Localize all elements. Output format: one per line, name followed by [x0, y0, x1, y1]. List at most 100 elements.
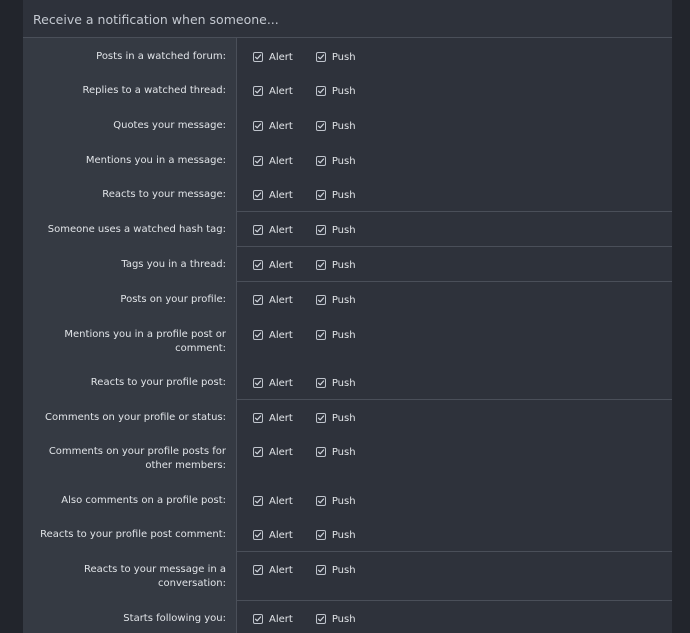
checkbox-checked-icon[interactable]	[253, 52, 263, 62]
row-label: Starts following you:	[123, 613, 226, 624]
checkbox-checked-icon[interactable]	[253, 330, 263, 340]
checkbox-checked-icon[interactable]	[253, 565, 263, 575]
checkbox-checked-icon[interactable]	[315, 614, 326, 624]
notification-row: Mentions you in a message: Alert Push	[23, 154, 672, 168]
alert-checkbox-option[interactable]: Alert	[253, 156, 293, 167]
notification-row: Comments on your profile posts for other…	[23, 445, 672, 473]
push-label: Push	[331, 564, 356, 576]
checkbox-checked-icon[interactable]	[253, 530, 263, 540]
push-label: Push	[331, 120, 356, 132]
alert-checkbox-option[interactable]: Alert	[253, 86, 293, 97]
push-checkbox-option[interactable]: Push	[315, 295, 356, 306]
push-checkbox-option[interactable]: Push	[315, 120, 356, 132]
row-options: Alert Push	[236, 612, 379, 626]
notification-row: Quotes your message: Alert Push	[23, 119, 672, 133]
row-label: Replies to a watched thread:	[82, 85, 226, 96]
push-checkbox-option[interactable]: Push	[315, 378, 356, 389]
alert-checkbox-option[interactable]: Alert	[253, 121, 293, 132]
push-label: Push	[331, 529, 356, 541]
checkbox-checked-icon[interactable]	[253, 496, 263, 506]
push-label: Push	[331, 51, 356, 63]
alert-label: Alert	[269, 259, 293, 271]
checkbox-checked-icon[interactable]	[253, 260, 263, 270]
row-label: Reacts to your profile post comment:	[40, 529, 226, 540]
checkbox-checked-icon[interactable]	[315, 52, 326, 62]
push-label: Push	[331, 224, 356, 236]
checkbox-checked-icon[interactable]	[315, 413, 326, 423]
alert-checkbox-option[interactable]: Alert	[253, 225, 293, 236]
checkbox-checked-icon[interactable]	[315, 565, 326, 575]
checkbox-checked-icon[interactable]	[253, 121, 263, 131]
checkbox-checked-icon[interactable]	[253, 447, 263, 457]
checkbox-checked-icon[interactable]	[253, 225, 263, 235]
alert-checkbox-option[interactable]: Alert	[253, 614, 293, 625]
alert-label: Alert	[269, 412, 293, 424]
alert-label: Alert	[269, 85, 293, 97]
alert-checkbox-option[interactable]: Alert	[253, 565, 293, 576]
checkbox-checked-icon[interactable]	[253, 156, 263, 166]
push-checkbox-option[interactable]: Push	[315, 85, 356, 97]
alert-label: Alert	[269, 329, 293, 341]
push-label: Push	[331, 329, 356, 341]
checkbox-checked-icon[interactable]	[315, 378, 326, 388]
row-label: Posts in a watched forum:	[96, 51, 226, 62]
alert-checkbox-option[interactable]: Alert	[253, 530, 293, 541]
checkbox-checked-icon[interactable]	[253, 413, 263, 423]
checkbox-checked-icon[interactable]	[315, 260, 326, 270]
row-label: Someone uses a watched hash tag:	[47, 224, 226, 235]
push-checkbox-option[interactable]: Push	[315, 51, 356, 63]
checkbox-checked-icon[interactable]	[315, 496, 326, 506]
push-label: Push	[331, 613, 356, 625]
alert-checkbox-option[interactable]: Alert	[253, 413, 293, 424]
push-checkbox-option[interactable]: Push	[315, 224, 356, 236]
push-checkbox-option[interactable]: Push	[315, 413, 356, 424]
section-title: Receive a notification when someone...	[23, 0, 672, 38]
notification-row: Someone uses a watched hash tag: Alert Pus…	[23, 223, 672, 237]
push-checkbox-option[interactable]: Push	[315, 529, 356, 541]
checkbox-checked-icon[interactable]	[315, 121, 326, 131]
row-separator	[236, 399, 672, 400]
alert-checkbox-option[interactable]: Alert	[253, 295, 293, 306]
push-checkbox-option[interactable]: Push	[315, 329, 356, 341]
checkbox-checked-icon[interactable]	[253, 378, 263, 388]
checkbox-checked-icon[interactable]	[315, 225, 326, 235]
checkbox-checked-icon[interactable]	[253, 295, 263, 305]
alert-checkbox-option[interactable]: Alert	[253, 378, 293, 389]
alert-checkbox-option[interactable]: Alert	[253, 260, 293, 271]
checkbox-checked-icon[interactable]	[315, 530, 326, 540]
row-options: Alert Push	[236, 376, 379, 390]
push-checkbox-option[interactable]: Push	[315, 564, 356, 576]
row-label: Posts on your profile:	[120, 294, 226, 305]
push-label: Push	[331, 85, 356, 97]
checkbox-checked-icon[interactable]	[315, 330, 326, 340]
push-checkbox-option[interactable]: Push	[315, 156, 356, 167]
push-checkbox-option[interactable]: Push	[315, 447, 356, 458]
push-checkbox-option[interactable]: Push	[315, 495, 356, 507]
checkbox-checked-icon[interactable]	[253, 86, 263, 96]
checkbox-checked-icon[interactable]	[315, 190, 326, 200]
row-options: Alert Push	[236, 154, 379, 168]
row-separator	[236, 281, 672, 282]
row-label: Also comments on a profile post:	[61, 495, 226, 506]
alert-checkbox-option[interactable]: Alert	[253, 496, 293, 507]
notification-row: Reacts to your message in a conversation…	[23, 563, 672, 591]
push-label: Push	[331, 259, 356, 271]
push-checkbox-option[interactable]: Push	[315, 259, 356, 271]
alert-checkbox-option[interactable]: Alert	[253, 330, 293, 341]
notification-row: Tags you in a thread: Alert Push	[23, 258, 672, 272]
checkbox-checked-icon[interactable]	[253, 614, 263, 624]
checkbox-checked-icon[interactable]	[315, 156, 326, 166]
row-options: Alert Push	[236, 258, 379, 272]
row-label: Reacts to your message in a conversation…	[83, 564, 226, 589]
checkbox-checked-icon[interactable]	[315, 295, 326, 305]
push-label: Push	[331, 495, 356, 507]
checkbox-checked-icon[interactable]	[315, 447, 326, 457]
alert-checkbox-option[interactable]: Alert	[253, 190, 293, 201]
push-checkbox-option[interactable]: Push	[315, 613, 356, 625]
push-checkbox-option[interactable]: Push	[315, 190, 356, 201]
row-separator	[236, 551, 672, 552]
alert-checkbox-option[interactable]: Alert	[253, 447, 293, 458]
alert-checkbox-option[interactable]: Alert	[253, 52, 293, 63]
checkbox-checked-icon[interactable]	[253, 190, 263, 200]
checkbox-checked-icon[interactable]	[315, 86, 326, 96]
